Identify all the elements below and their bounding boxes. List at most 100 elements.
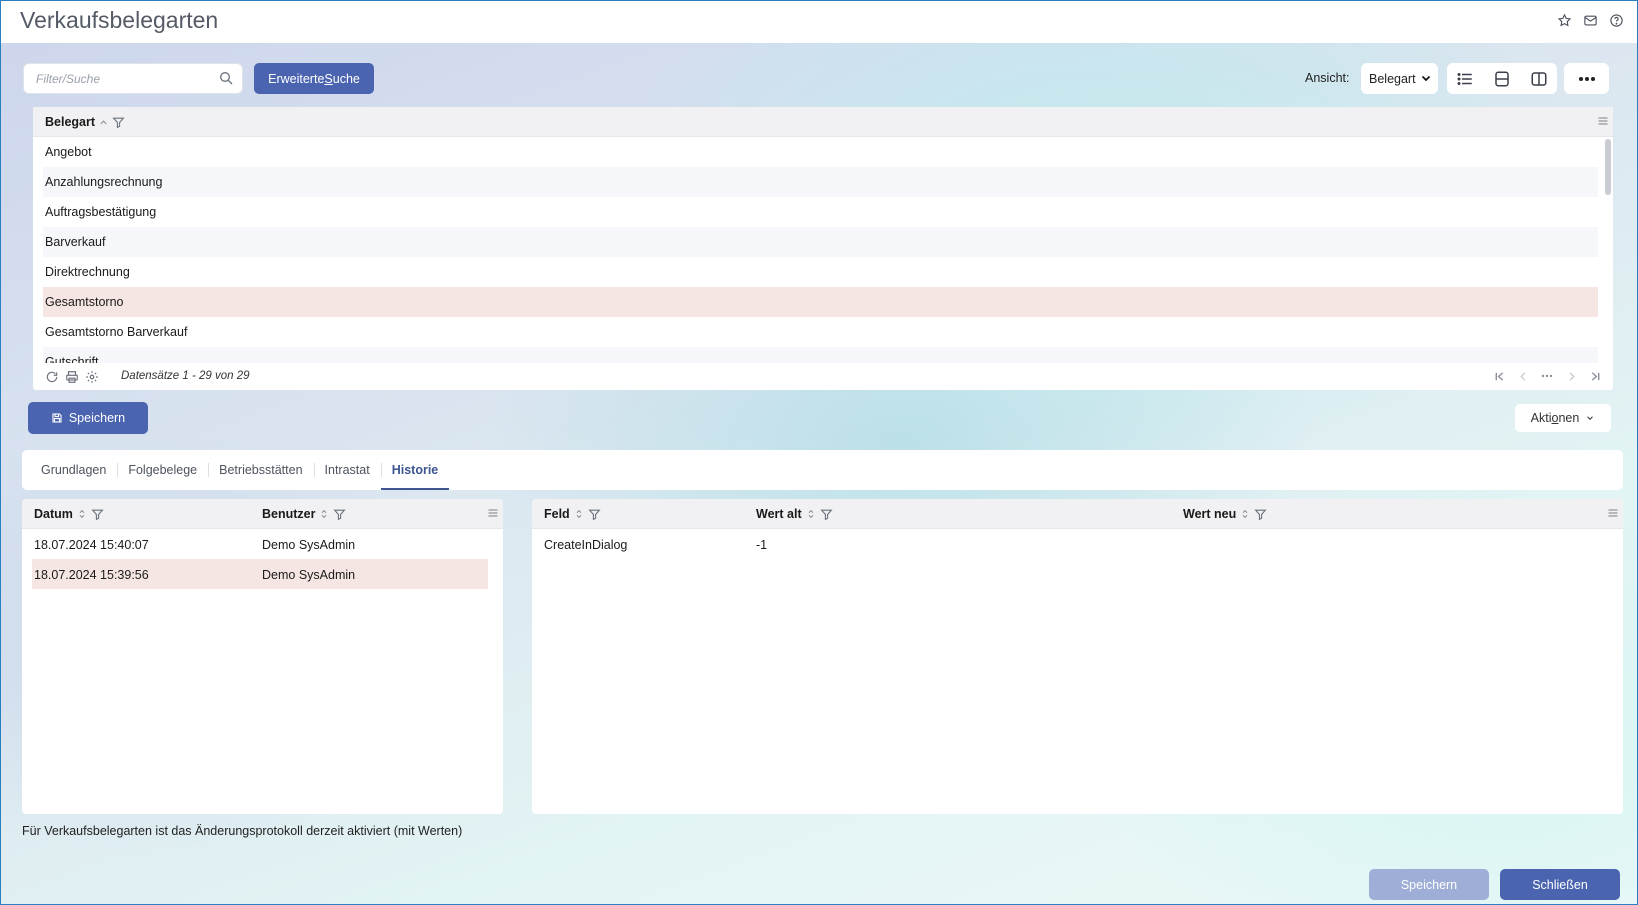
print-icon[interactable]: [65, 370, 79, 384]
filter-icon[interactable]: [1254, 508, 1267, 521]
cell-datum: 18.07.2024 15:39:56: [34, 568, 149, 582]
prev-page-icon[interactable]: [1517, 370, 1529, 382]
history-detail-grid: Feld Wert alt Wert neu CreateInDialog -1: [532, 499, 1623, 814]
row-label: Direktrechnung: [45, 265, 130, 279]
row-label: Angebot: [45, 145, 92, 159]
list-view-icon[interactable]: [1454, 68, 1476, 90]
record-count: Datensätze 1 - 29 von 29: [121, 370, 250, 382]
chevron-down-icon: [1420, 72, 1432, 87]
view-select[interactable]: Belegart: [1361, 63, 1438, 94]
advanced-search-label-accel: S: [324, 71, 333, 86]
next-page-icon[interactable]: [1565, 370, 1577, 382]
grid-footer-icons: [45, 370, 99, 384]
column-label: Datum: [34, 507, 73, 521]
table-row[interactable]: Anzahlungsrechnung: [43, 167, 1598, 197]
tab-folgebelege[interactable]: Folgebelege: [117, 450, 208, 490]
table-row[interactable]: Barverkauf: [43, 227, 1598, 257]
view-label: Ansicht:: [1305, 71, 1350, 85]
refresh-icon[interactable]: [45, 370, 59, 384]
table-row[interactable]: CreateInDialog -1: [542, 529, 1612, 559]
more-options-button[interactable]: [1564, 63, 1609, 94]
cell-benutzer: Demo SysAdmin: [262, 538, 356, 552]
sort-asc-icon[interactable]: [98, 117, 109, 128]
split-horizontal-icon[interactable]: [1491, 68, 1513, 90]
row-label: Gesamtstorno Barverkauf: [45, 325, 188, 339]
column-header-wert-alt[interactable]: Wert alt: [756, 507, 833, 521]
column-menu-icon[interactable]: [487, 507, 499, 522]
sort-icon[interactable]: [1240, 508, 1250, 520]
row-label: Gesamtstorno: [45, 295, 124, 309]
grid-scrollbar[interactable]: [1605, 139, 1611, 195]
cell-wert-alt: -1: [756, 538, 768, 552]
grid-header: Belegart: [33, 107, 1613, 137]
cell-datum: 18.07.2024 15:40:07: [34, 538, 149, 552]
history-grid: Datum Benutzer 18.07.2024 15:40:07 Demo …: [22, 499, 503, 814]
sort-icon[interactable]: [574, 508, 584, 520]
last-page-icon[interactable]: [1589, 370, 1601, 382]
row-label: Anzahlungsrechnung: [45, 175, 163, 189]
row-label: Barverkauf: [45, 235, 106, 249]
row-label: Auftragsbestätigung: [45, 205, 157, 219]
search-input[interactable]: [36, 64, 216, 93]
sort-icon[interactable]: [77, 508, 87, 520]
grid-footer: Datensätze 1 - 29 von 29: [33, 363, 1613, 390]
column-header-benutzer[interactable]: Benutzer: [262, 507, 347, 521]
history-grid-header: Datum Benutzer: [22, 499, 503, 529]
title-bar: Verkaufsbelegarten: [1, 1, 1637, 43]
table-row[interactable]: Gutschrift: [43, 347, 1598, 363]
mail-icon[interactable]: [1581, 11, 1599, 29]
filter-icon[interactable]: [112, 116, 125, 129]
filter-icon[interactable]: [91, 508, 104, 521]
sort-icon[interactable]: [806, 508, 816, 520]
advanced-search-button[interactable]: Erweiterte Suche: [254, 63, 374, 94]
table-row[interactable]: Gesamtstorno Barverkauf: [43, 317, 1598, 347]
close-button[interactable]: Schließen: [1500, 869, 1620, 900]
pager-ellipsis-icon[interactable]: [1541, 370, 1553, 382]
sort-icon[interactable]: [319, 508, 329, 520]
column-label: Wert neu: [1183, 507, 1237, 521]
column-header-feld[interactable]: Feld: [544, 507, 601, 521]
table-row[interactable]: Angebot: [43, 137, 1598, 167]
cell-feld: CreateInDialog: [544, 538, 628, 552]
table-row-selected[interactable]: 18.07.2024 15:39:56 Demo SysAdmin: [32, 559, 488, 589]
search-icon[interactable]: [218, 70, 236, 88]
table-row[interactable]: 18.07.2024 15:40:07 Demo SysAdmin: [32, 529, 488, 559]
tab-betriebsstaetten[interactable]: Betriebsstätten: [208, 450, 313, 490]
table-row[interactable]: Auftragsbestätigung: [43, 197, 1598, 227]
column-menu-icon[interactable]: [1597, 115, 1609, 130]
column-label: Belegart: [45, 115, 96, 129]
column-label: Feld: [544, 507, 570, 521]
save-button[interactable]: Speichern: [28, 402, 148, 434]
star-icon[interactable]: [1555, 11, 1573, 29]
search-box[interactable]: [23, 63, 243, 94]
table-row[interactable]: Direktrechnung: [43, 257, 1598, 287]
bottom-save-label: Speichern: [1400, 877, 1458, 892]
first-page-icon[interactable]: [1493, 370, 1505, 382]
actions-label-b: nen: [1558, 411, 1580, 425]
filter-icon[interactable]: [820, 508, 833, 521]
bottom-save-button[interactable]: Speichern: [1369, 869, 1489, 900]
filter-icon[interactable]: [588, 508, 601, 521]
actions-button[interactable]: Aktionen: [1515, 404, 1611, 432]
table-row-selected[interactable]: Gesamtstorno: [43, 287, 1598, 317]
actions-label: Aktionen: [1531, 411, 1580, 425]
help-icon[interactable]: [1607, 11, 1625, 29]
save-button-label: Speichern: [68, 411, 126, 425]
row-label: Gutschrift: [45, 355, 99, 363]
column-header-belegart[interactable]: Belegart: [45, 115, 125, 129]
column-label: Benutzer: [262, 507, 316, 521]
detail-tabs: Grundlagen Folgebelege Betriebsstätten I…: [22, 450, 1623, 490]
tab-intrastat[interactable]: Intrastat: [313, 450, 381, 490]
filter-icon[interactable]: [333, 508, 347, 521]
column-menu-icon[interactable]: [1607, 507, 1619, 522]
column-header-datum[interactable]: Datum: [34, 507, 104, 521]
tab-historie[interactable]: Historie: [380, 450, 450, 490]
save-icon: [52, 413, 62, 423]
advanced-search-label-b: uche: [332, 71, 360, 86]
column-header-wert-neu[interactable]: Wert neu: [1183, 507, 1267, 521]
tab-grundlagen[interactable]: Grundlagen: [30, 450, 117, 490]
pager: [1493, 370, 1601, 382]
settings-icon[interactable]: [85, 370, 99, 384]
page-title: Verkaufsbelegarten: [20, 7, 219, 33]
split-vertical-icon[interactable]: [1528, 68, 1550, 90]
